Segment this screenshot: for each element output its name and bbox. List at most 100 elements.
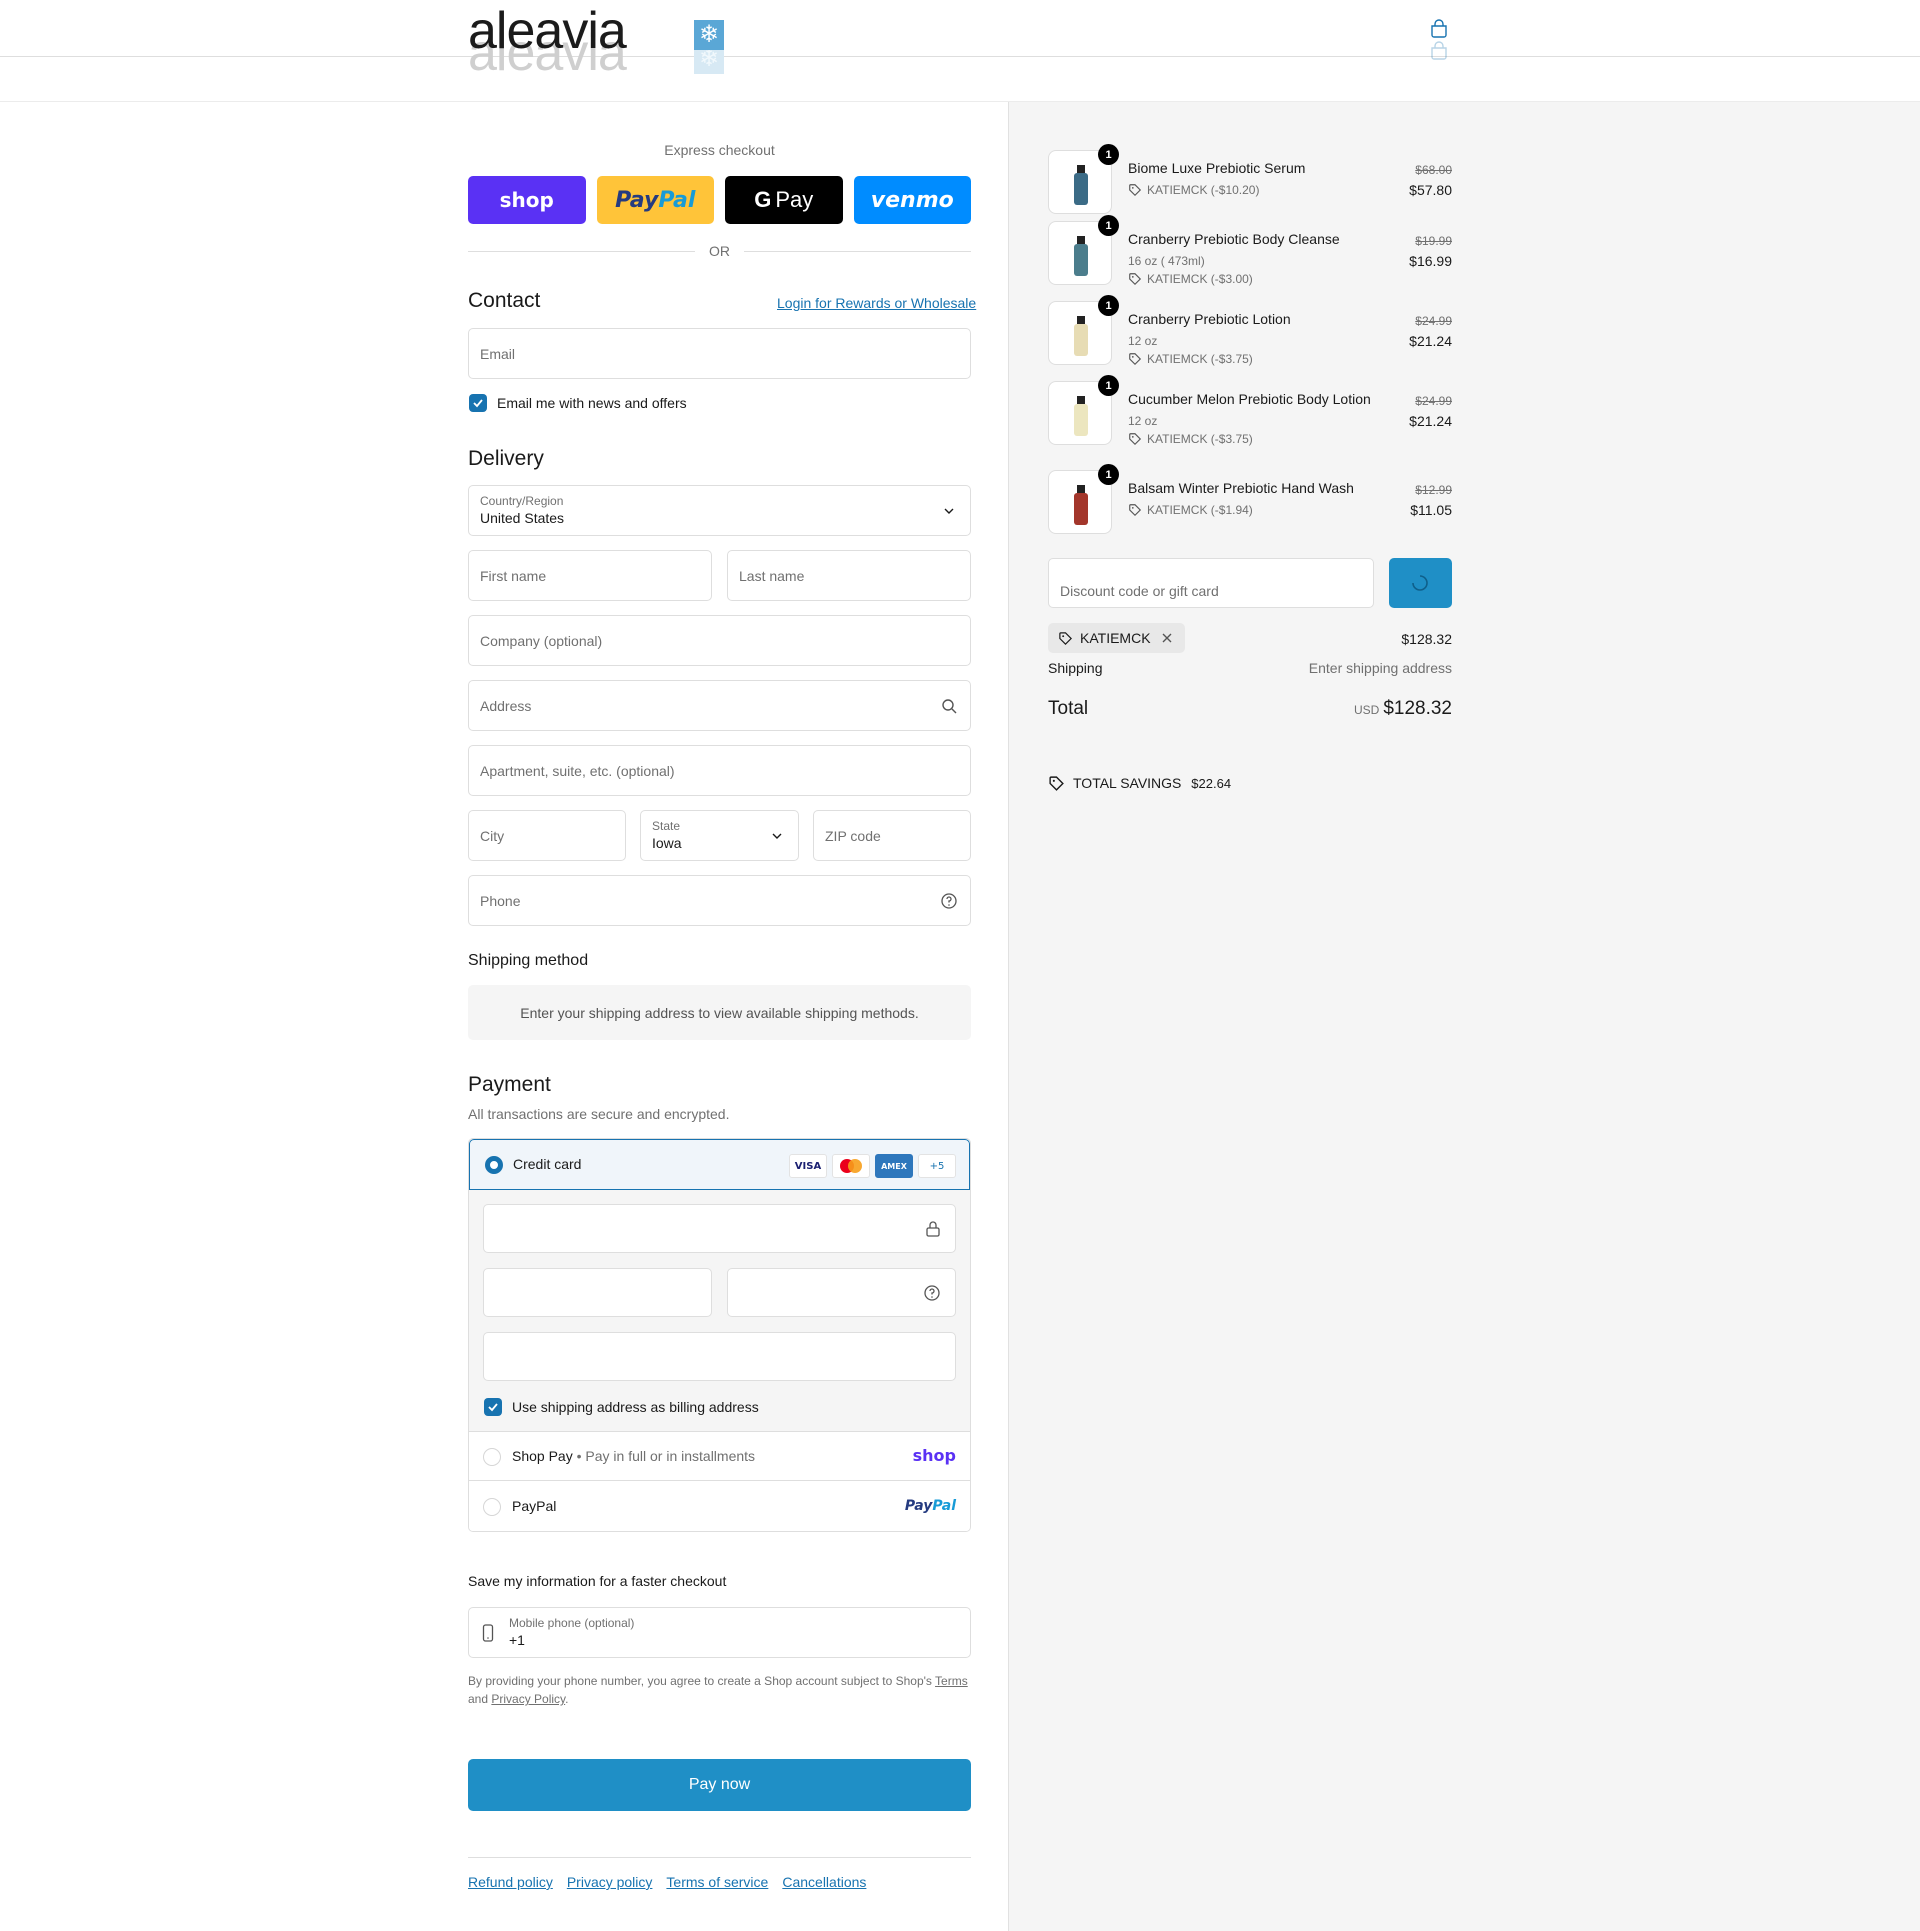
email-placeholder: Email: [480, 345, 516, 362]
sale-price: $16.99: [1409, 253, 1452, 269]
country-label: Country/Region: [480, 494, 564, 508]
apply-discount-button[interactable]: [1389, 558, 1452, 608]
pay-now-button[interactable]: Pay now: [468, 1759, 971, 1811]
terms-link[interactable]: Terms: [935, 1674, 968, 1688]
shop-pay-logo: shop: [912, 1446, 956, 1465]
sale-price: $11.05: [1410, 502, 1452, 518]
shop-pay-option[interactable]: Shop Pay • Pay in full or in installment…: [469, 1432, 970, 1481]
total-label: Total: [1048, 698, 1089, 719]
state-select[interactable]: State Iowa: [640, 810, 799, 861]
mobile-phone-field[interactable]: Mobile phone (optional) +1: [468, 1607, 971, 1658]
last-name-field[interactable]: Last name: [727, 550, 971, 601]
privacy-policy-link[interactable]: Privacy Policy: [491, 1692, 565, 1706]
paypal-radio[interactable]: [483, 1498, 501, 1516]
original-price: $12.99: [1415, 483, 1452, 497]
express-checkout-buttons: shop Pay Pal G Pay venmo: [468, 176, 971, 224]
mobile-phone-label: Mobile phone (optional): [509, 1616, 635, 1630]
shop-pay-radio[interactable]: [483, 1448, 501, 1466]
zip-field[interactable]: ZIP code: [813, 810, 971, 861]
amex-icon: AMEX: [875, 1154, 913, 1178]
product-discount: KATIEMCK (-$1.94): [1128, 503, 1253, 517]
company-field[interactable]: Company (optional): [468, 615, 971, 666]
company-placeholder: Company (optional): [480, 632, 603, 649]
chevron-down-icon: [772, 833, 782, 839]
product-discount-text: KATIEMCK (-$1.94): [1147, 503, 1253, 517]
discount-code-field[interactable]: Discount code or gift card: [1048, 558, 1374, 608]
apartment-placeholder: Apartment, suite, etc. (optional): [480, 762, 675, 779]
country-value: United States: [480, 510, 565, 526]
venmo-button[interactable]: venmo: [853, 176, 971, 224]
name-on-card-field[interactable]: [483, 1332, 956, 1381]
product-variant: 16 oz ( 473ml): [1128, 254, 1205, 268]
card-number-field[interactable]: [483, 1204, 956, 1253]
tag-icon: [1049, 776, 1064, 791]
original-price: $24.99: [1415, 314, 1452, 328]
shipping-value: Enter shipping address: [1308, 660, 1452, 676]
privacy-policy-footer-link[interactable]: Privacy policy: [567, 1874, 653, 1890]
credit-card-option[interactable]: Credit card VISA AMEX +5: [469, 1139, 970, 1190]
subtotal-value: $128.32: [1401, 631, 1452, 647]
paypal-option[interactable]: PayPal PayPal: [469, 1482, 970, 1531]
currency-code: USD: [1353, 703, 1380, 717]
quantity-badge: 1: [1098, 375, 1119, 396]
shipping-method-title: Shipping method: [468, 952, 589, 969]
country-select[interactable]: Country/Region United States: [468, 485, 971, 536]
product-discount-text: KATIEMCK (-$10.20): [1147, 183, 1260, 197]
newsletter-checkbox[interactable]: [469, 394, 487, 412]
mobile-phone-icon: [482, 1624, 494, 1642]
email-field[interactable]: Email: [468, 328, 971, 379]
brand-logo[interactable]: aleavia ❄ aleavia ❄: [468, 5, 728, 79]
product-name: Biome Luxe Prebiotic Serum: [1128, 160, 1306, 176]
discount-code-placeholder: Discount code or gift card: [1060, 583, 1219, 599]
credit-card-form: Use shipping address as billing address: [469, 1190, 970, 1432]
tag-icon: [1129, 353, 1142, 366]
zip-placeholder: ZIP code: [825, 827, 881, 844]
total-row: Total USD $128.32: [1048, 698, 1452, 724]
apartment-field[interactable]: Apartment, suite, etc. (optional): [468, 745, 971, 796]
first-name-field[interactable]: First name: [468, 550, 712, 601]
refund-policy-link[interactable]: Refund policy: [468, 1874, 553, 1890]
paypal-logo-pal: Pal: [658, 187, 696, 213]
paypal-logo: PayPal: [905, 1498, 956, 1514]
help-icon[interactable]: [923, 1284, 941, 1302]
tag-icon: [1129, 433, 1142, 446]
total-value: $128.32: [1383, 698, 1452, 719]
login-link[interactable]: Login for Rewards or Wholesale: [777, 295, 976, 311]
phone-placeholder: Phone: [480, 892, 521, 909]
header-shadow: [0, 57, 1920, 102]
billing-same-checkbox[interactable]: [484, 1398, 502, 1416]
total-savings-value: $22.64: [1191, 776, 1232, 791]
shipping-row: Shipping Enter shipping address: [1048, 660, 1452, 676]
product-name: Cranberry Prebiotic Lotion: [1128, 311, 1291, 327]
credit-card-radio[interactable]: [485, 1156, 503, 1174]
terms-of-service-link[interactable]: Terms of service: [666, 1874, 768, 1890]
paypal-logo-pay: Pay: [615, 187, 659, 213]
city-placeholder: City: [480, 827, 505, 844]
address-field[interactable]: Address: [468, 680, 971, 731]
security-code-field[interactable]: [727, 1268, 956, 1317]
more-cards-badge: +5: [918, 1154, 956, 1178]
first-name-placeholder: First name: [480, 567, 547, 584]
sale-price: $57.80: [1409, 182, 1452, 198]
help-icon[interactable]: [940, 892, 958, 910]
payment-subtitle: All transactions are secure and encrypte…: [468, 1106, 730, 1122]
phone-field[interactable]: Phone: [468, 875, 971, 926]
chevron-down-icon: [944, 508, 954, 514]
product-discount-text: KATIEMCK (-$3.75): [1147, 432, 1253, 446]
shop-pay-button[interactable]: shop: [468, 176, 586, 224]
expiration-field[interactable]: [483, 1268, 712, 1317]
footer-divider: [468, 1857, 971, 1858]
line-item: 1 Cranberry Prebiotic Lotion 12 oz KATIEMCK…: [1048, 295, 1452, 366]
product-discount: KATIEMCK (-$3.75): [1128, 432, 1253, 446]
cart-icon[interactable]: [1428, 18, 1450, 40]
contact-title: Contact: [468, 289, 541, 312]
total-savings: TOTAL SAVINGS $22.64: [1048, 775, 1452, 791]
product-discount: KATIEMCK (-$10.20): [1128, 183, 1259, 197]
quantity-badge: 1: [1098, 295, 1119, 316]
google-pay-button[interactable]: G Pay: [725, 176, 843, 224]
paypal-button[interactable]: Pay Pal: [596, 176, 714, 224]
state-label: State: [652, 819, 681, 833]
city-field[interactable]: City: [468, 810, 626, 861]
cancellations-link[interactable]: Cancellations: [782, 1874, 866, 1890]
save-info-title: Save my information for a faster checkou…: [468, 1573, 727, 1589]
